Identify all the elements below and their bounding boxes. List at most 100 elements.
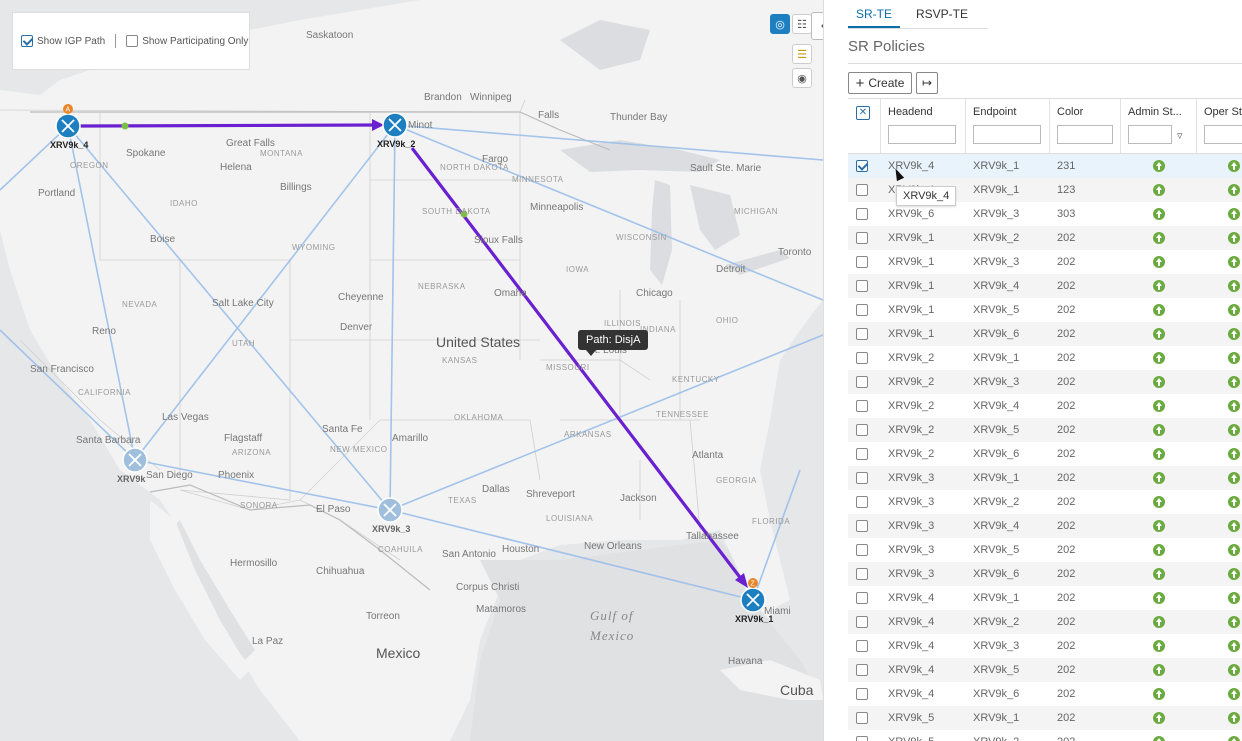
- headend-filter-input[interactable]: [888, 125, 956, 144]
- table-row[interactable]: XRV9k_4 XRV9k_1 231: [848, 154, 1242, 178]
- tab-sr-te[interactable]: SR-TE: [848, 0, 900, 28]
- row-checkbox[interactable]: [856, 736, 868, 741]
- row-checkbox[interactable]: [856, 328, 868, 340]
- column-oper-state[interactable]: Oper Sta: [1197, 99, 1242, 153]
- row-checkbox[interactable]: [856, 376, 868, 388]
- layers-icon[interactable]: ☰: [792, 44, 812, 64]
- admin-state-filter[interactable]: [1128, 125, 1172, 144]
- table-row[interactable]: XRV9k_2 XRV9k_5 202: [848, 418, 1242, 442]
- endpoint-filter-input[interactable]: [973, 125, 1041, 144]
- color-cell: 123: [1057, 184, 1076, 196]
- row-checkbox[interactable]: [856, 400, 868, 412]
- row-checkbox[interactable]: [856, 472, 868, 484]
- create-button[interactable]: + Create: [848, 72, 912, 94]
- city-label: Thunder Bay: [610, 112, 667, 123]
- row-checkbox[interactable]: [856, 256, 868, 268]
- table-row[interactable]: XRV9k_2 XRV9k_1 202: [848, 346, 1242, 370]
- row-checkbox[interactable]: [856, 352, 868, 364]
- topology-map[interactable]: Saskatoon Brandon Winnipeg Minot Fargo Spokan…: [0, 0, 823, 741]
- city-label: Billings: [280, 182, 312, 193]
- row-checkbox[interactable]: [856, 712, 868, 724]
- color-filter-input[interactable]: [1057, 125, 1113, 144]
- policy-tabs: SR-TE RSVP-TE: [848, 0, 988, 29]
- endpoint-cell: XRV9k_6: [973, 688, 1020, 700]
- table-row[interactable]: XRV9k_3 XRV9k_2 202: [848, 490, 1242, 514]
- row-checkbox[interactable]: [856, 160, 868, 172]
- show-participating-option[interactable]: Show Participating Only: [126, 35, 248, 47]
- city-label: Reno: [92, 326, 116, 337]
- city-label: Boise: [150, 234, 175, 245]
- table-row[interactable]: XRV9k_1 XRV9k_6 202: [848, 322, 1242, 346]
- state-label: NEVADA: [122, 300, 157, 309]
- color-cell: 202: [1057, 640, 1076, 652]
- endpoint-cell: XRV9k_6: [973, 448, 1020, 460]
- row-checkbox[interactable]: [856, 568, 868, 580]
- color-cell: 202: [1057, 256, 1076, 268]
- table-row[interactable]: XRV9k_4 XRV9k_1 202: [848, 586, 1242, 610]
- table-row[interactable]: XRV9k_5 XRV9k_1 202: [848, 706, 1242, 730]
- table-row[interactable]: XRV9k_5 XRV9k_2 202: [848, 730, 1242, 741]
- row-checkbox[interactable]: [856, 496, 868, 508]
- show-participating-checkbox[interactable]: [126, 35, 139, 47]
- city-label: Corpus Christi: [456, 582, 519, 593]
- table-row[interactable]: XRV9k_2 XRV9k_4 202: [848, 394, 1242, 418]
- state-label: UTAH: [232, 339, 255, 348]
- table-row[interactable]: XRV9k_3 XRV9k_4 202: [848, 514, 1242, 538]
- row-checkbox[interactable]: [856, 304, 868, 316]
- table-row[interactable]: XRV9k_3 XRV9k_6 202: [848, 562, 1242, 586]
- export-button[interactable]: ↦: [916, 72, 938, 94]
- tab-rsvp-te[interactable]: RSVP-TE: [908, 0, 976, 28]
- city-label: Spokane: [126, 148, 166, 159]
- oper-state-up-icon: [1228, 544, 1240, 556]
- column-headend[interactable]: Headend: [881, 99, 966, 153]
- city-label: Winnipeg: [470, 92, 512, 103]
- topology-icon[interactable]: ☷: [792, 14, 812, 34]
- table-row[interactable]: XRV9k_1 XRV9k_3 202: [848, 250, 1242, 274]
- map-canvas[interactable]: SaskatoonBrandon WinnipegMinotFargoSpokan…: [0, 0, 823, 741]
- row-checkbox[interactable]: [856, 592, 868, 604]
- admin-state-up-icon: [1153, 688, 1165, 700]
- color-cell: 202: [1057, 616, 1076, 628]
- filter-icon[interactable]: ▿: [1177, 129, 1183, 142]
- row-checkbox[interactable]: [856, 664, 868, 676]
- table-row[interactable]: XRV9k_3 XRV9k_5 202: [848, 538, 1242, 562]
- row-checkbox[interactable]: [856, 448, 868, 460]
- eye-icon[interactable]: ◉: [792, 68, 812, 88]
- row-checkbox[interactable]: [856, 640, 868, 652]
- row-checkbox[interactable]: [856, 424, 868, 436]
- column-endpoint[interactable]: Endpoint: [966, 99, 1050, 153]
- column-color[interactable]: Color: [1050, 99, 1121, 153]
- row-checkbox[interactable]: [856, 688, 868, 700]
- oper-state-up-icon: [1228, 472, 1240, 484]
- select-all-cell[interactable]: ✕: [848, 99, 881, 153]
- row-checkbox[interactable]: [856, 280, 868, 292]
- table-row[interactable]: XRV9k_4 XRV9k_2 202: [848, 610, 1242, 634]
- endpoint-cell: XRV9k_3: [973, 376, 1020, 388]
- row-checkbox[interactable]: [856, 520, 868, 532]
- row-checkbox[interactable]: [856, 232, 868, 244]
- table-row[interactable]: XRV9k_4 XRV9k_5 202: [848, 658, 1242, 682]
- table-row[interactable]: XRV9k_1 XRV9k_2 202: [848, 226, 1242, 250]
- table-row[interactable]: XRV9k_3 XRV9k_1 202: [848, 466, 1242, 490]
- admin-state-up-icon: [1153, 592, 1165, 604]
- table-row[interactable]: XRV9k_1 XRV9k_5 202: [848, 298, 1242, 322]
- row-checkbox[interactable]: [856, 544, 868, 556]
- show-igp-path-checkbox[interactable]: [21, 35, 33, 47]
- oper-state-up-icon: [1228, 280, 1240, 292]
- show-igp-path-option[interactable]: Show IGP Path: [21, 35, 105, 47]
- globe-icon[interactable]: ◎: [770, 14, 790, 34]
- table-row[interactable]: XRV9k_4 XRV9k_3 202: [848, 634, 1242, 658]
- select-all-icon[interactable]: ✕: [856, 106, 870, 120]
- row-checkbox[interactable]: [856, 208, 868, 220]
- city-label: El Paso: [316, 504, 351, 515]
- table-row[interactable]: XRV9k_1 XRV9k_4 202: [848, 274, 1242, 298]
- table-row[interactable]: XRV9k_2 XRV9k_6 202: [848, 442, 1242, 466]
- table-row[interactable]: XRV9k_4 XRV9k_6 202: [848, 682, 1242, 706]
- column-admin-state[interactable]: Admin St... ▿: [1121, 99, 1197, 153]
- oper-state-filter[interactable]: [1204, 125, 1242, 144]
- row-checkbox[interactable]: [856, 616, 868, 628]
- table-row[interactable]: XRV9k_2 XRV9k_3 202: [848, 370, 1242, 394]
- router-label: XRV9k_2: [377, 139, 415, 149]
- admin-state-up-icon: [1153, 640, 1165, 652]
- row-checkbox[interactable]: [856, 184, 868, 196]
